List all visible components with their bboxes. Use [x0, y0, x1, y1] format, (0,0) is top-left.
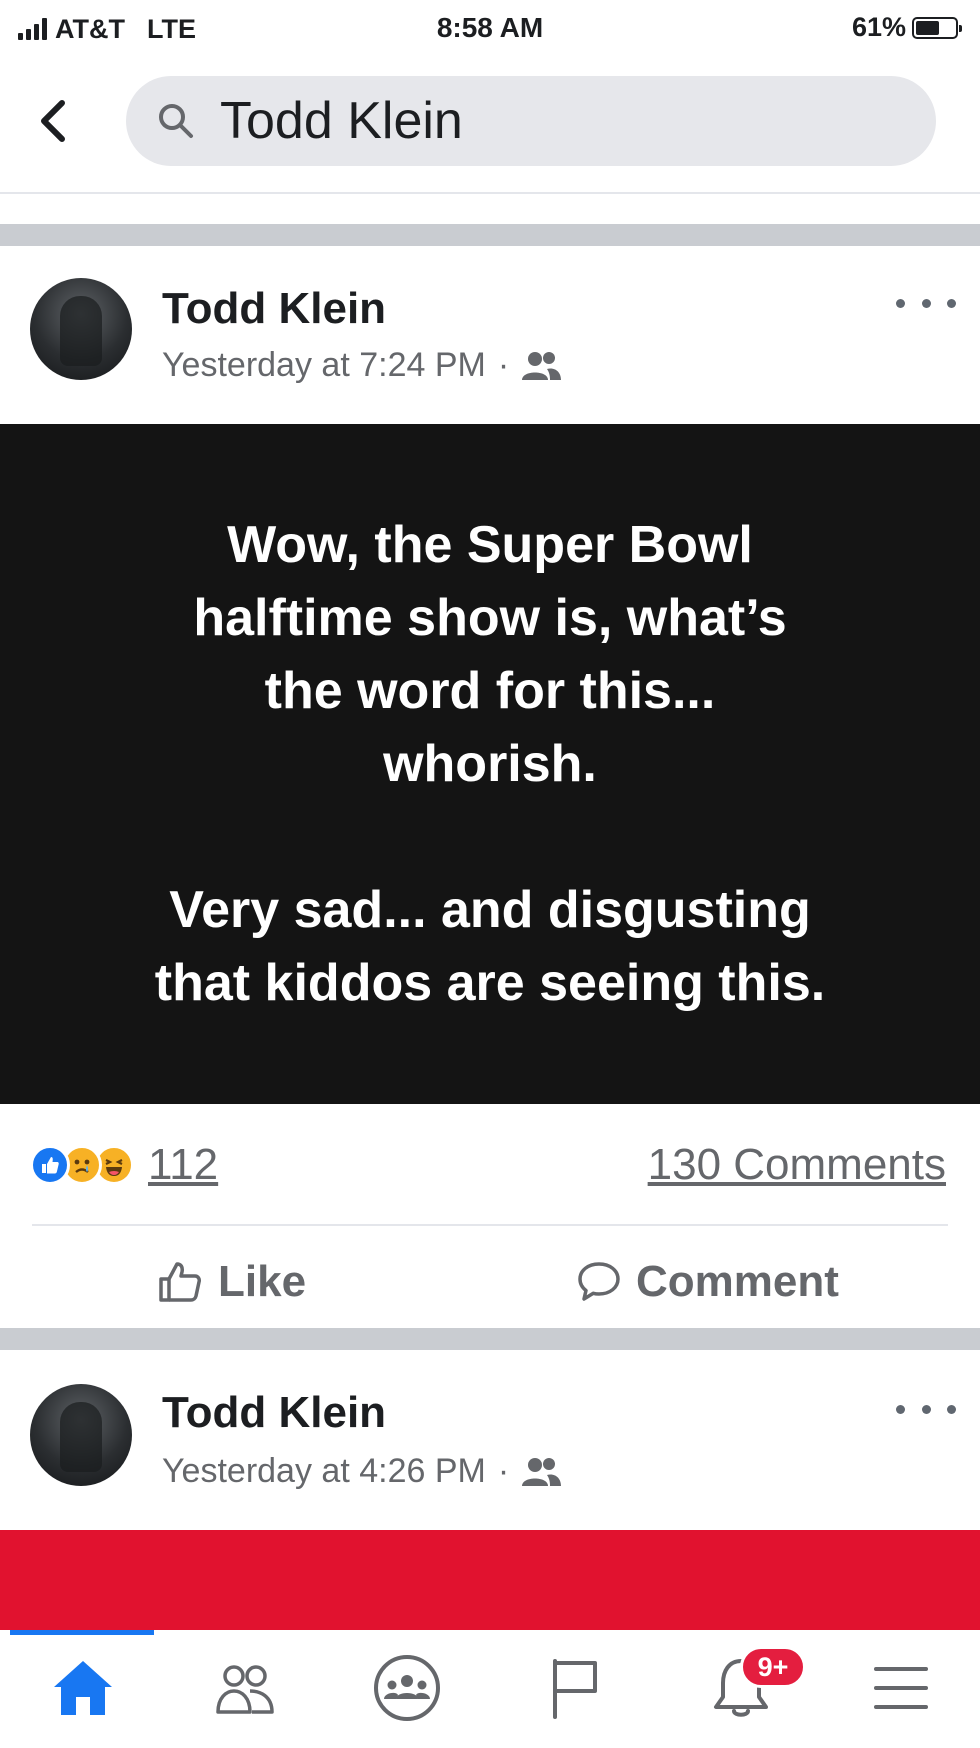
post-options-button[interactable]	[896, 1394, 956, 1424]
meta-separator: ·	[497, 1452, 510, 1490]
friends-audience-icon	[522, 351, 562, 380]
nav-groups[interactable]	[362, 1648, 452, 1728]
battery-icon	[912, 16, 962, 39]
more-dot-icon	[921, 1404, 931, 1414]
reactions-summary[interactable]: 112	[30, 1140, 218, 1190]
post-timestamp[interactable]: Yesterday at 4:26 PM	[162, 1452, 486, 1491]
like-label: Like	[218, 1257, 307, 1306]
notification-badge: 9+	[740, 1646, 806, 1688]
back-button[interactable]	[28, 86, 78, 156]
feed-separator	[0, 1328, 980, 1350]
post-options-button[interactable]	[896, 288, 956, 318]
nav-home[interactable]	[38, 1648, 128, 1728]
comment-label: Comment	[636, 1257, 839, 1306]
author-avatar[interactable]	[30, 278, 132, 380]
battery-percent: 61%	[851, 12, 906, 42]
battery-status: 61%	[851, 12, 962, 43]
search-query[interactable]: Todd Klein	[220, 91, 463, 151]
reaction-count[interactable]: 112	[148, 1140, 218, 1190]
header-divider	[0, 192, 980, 194]
meta-separator: ·	[497, 346, 510, 384]
post-text-card[interactable]: Wow, the Super Bowl halftime show is, wh…	[0, 424, 980, 1104]
post-media-preview[interactable]	[0, 1530, 980, 1630]
groups-icon	[374, 1655, 440, 1721]
post-text: Wow, the Super Bowl halftime show is, wh…	[154, 515, 826, 1012]
status-time: 8:58 AM	[436, 12, 544, 43]
pages-flag-icon	[553, 1659, 597, 1719]
comments-count-link[interactable]: 130 Comments	[648, 1140, 946, 1190]
like-button[interactable]: Like	[156, 1252, 306, 1312]
feed-separator	[0, 224, 980, 246]
author-avatar[interactable]	[30, 1384, 132, 1486]
menu-icon	[874, 1667, 928, 1709]
nav-pages[interactable]	[530, 1648, 620, 1728]
status-bar: AT&T LTE 8:58 AM 61%	[0, 0, 980, 56]
nav-friends[interactable]	[200, 1648, 290, 1728]
actions-divider	[32, 1224, 948, 1226]
home-icon	[54, 1661, 112, 1715]
comment-bubble-icon	[578, 1262, 620, 1301]
more-dot-icon	[921, 298, 931, 308]
post-timestamp[interactable]: Yesterday at 7:24 PM	[162, 346, 486, 385]
friends-audience-icon	[522, 1457, 562, 1486]
post-author[interactable]: Todd Klein	[162, 284, 386, 334]
chevron-left-icon	[41, 100, 65, 142]
more-dot-icon	[947, 1404, 956, 1414]
post-meta: Yesterday at 7:24 PM ·	[162, 346, 562, 385]
active-tab-indicator	[10, 1630, 154, 1635]
more-dot-icon	[947, 298, 956, 308]
search-icon	[154, 99, 198, 143]
thumbs-up-icon	[159, 1262, 201, 1302]
post-author[interactable]: Todd Klein	[162, 1388, 386, 1438]
more-dot-icon	[896, 298, 905, 308]
like-reaction-icon	[30, 1145, 70, 1185]
nav-menu[interactable]	[856, 1648, 946, 1728]
bottom-navigation	[0, 1630, 980, 1748]
friends-icon	[216, 1665, 274, 1714]
search-bar[interactable]: Todd Klein	[126, 76, 936, 166]
comment-button[interactable]: Comment	[576, 1252, 839, 1312]
post-meta: Yesterday at 4:26 PM ·	[162, 1452, 562, 1491]
more-dot-icon	[896, 1404, 905, 1414]
